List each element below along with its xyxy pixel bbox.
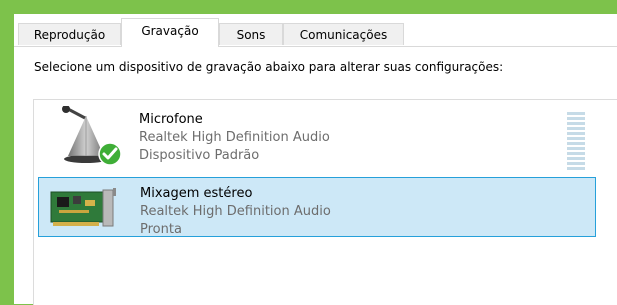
level-meter [567, 112, 585, 176]
device-status: Pronta [140, 222, 182, 237]
level-meter-segment [567, 117, 585, 120]
level-meter-segment [567, 122, 585, 125]
level-meter-segment [567, 162, 585, 165]
level-meter-segment [567, 152, 585, 155]
tab-recording[interactable]: Gravação [121, 18, 219, 47]
tab-communications[interactable]: Comunicações [283, 23, 404, 45]
sound-dialog: Reprodução Gravação Sons Comunicações Se… [14, 14, 617, 305]
level-meter-segment [567, 157, 585, 160]
level-meter-segment [567, 127, 585, 130]
tab-sounds[interactable]: Sons [219, 23, 283, 45]
device-list[interactable]: Microfone Realtek High Definition Audio … [33, 99, 617, 305]
device-status: Dispositivo Padrão [139, 148, 260, 163]
tab-playback[interactable]: Reprodução [18, 23, 121, 45]
level-meter-segment [567, 147, 585, 150]
device-name: Mixagem estéreo [140, 186, 253, 201]
device-item-microphone[interactable]: Microfone Realtek High Definition Audio … [38, 104, 596, 170]
level-meter-segment [567, 167, 585, 170]
tab-bar: Reprodução Gravação Sons Comunicações [14, 14, 617, 47]
device-driver: Realtek High Definition Audio [140, 204, 331, 219]
window-background [0, 0, 617, 14]
instruction-text: Selecione um dispositivo de gravação aba… [34, 60, 504, 74]
sound-card-icon [47, 180, 125, 238]
level-meter-segment [567, 112, 585, 115]
device-driver: Realtek High Definition Audio [139, 130, 330, 145]
device-item-stereo-mix[interactable]: Mixagem estéreo Realtek High Definition … [38, 177, 596, 237]
device-name: Microfone [139, 112, 203, 127]
default-check-icon [98, 142, 122, 166]
level-meter-segment [567, 132, 585, 135]
level-meter-segment [567, 142, 585, 145]
level-meter-segment [567, 137, 585, 140]
recording-tab-panel: Selecione um dispositivo de gravação aba… [14, 47, 617, 305]
